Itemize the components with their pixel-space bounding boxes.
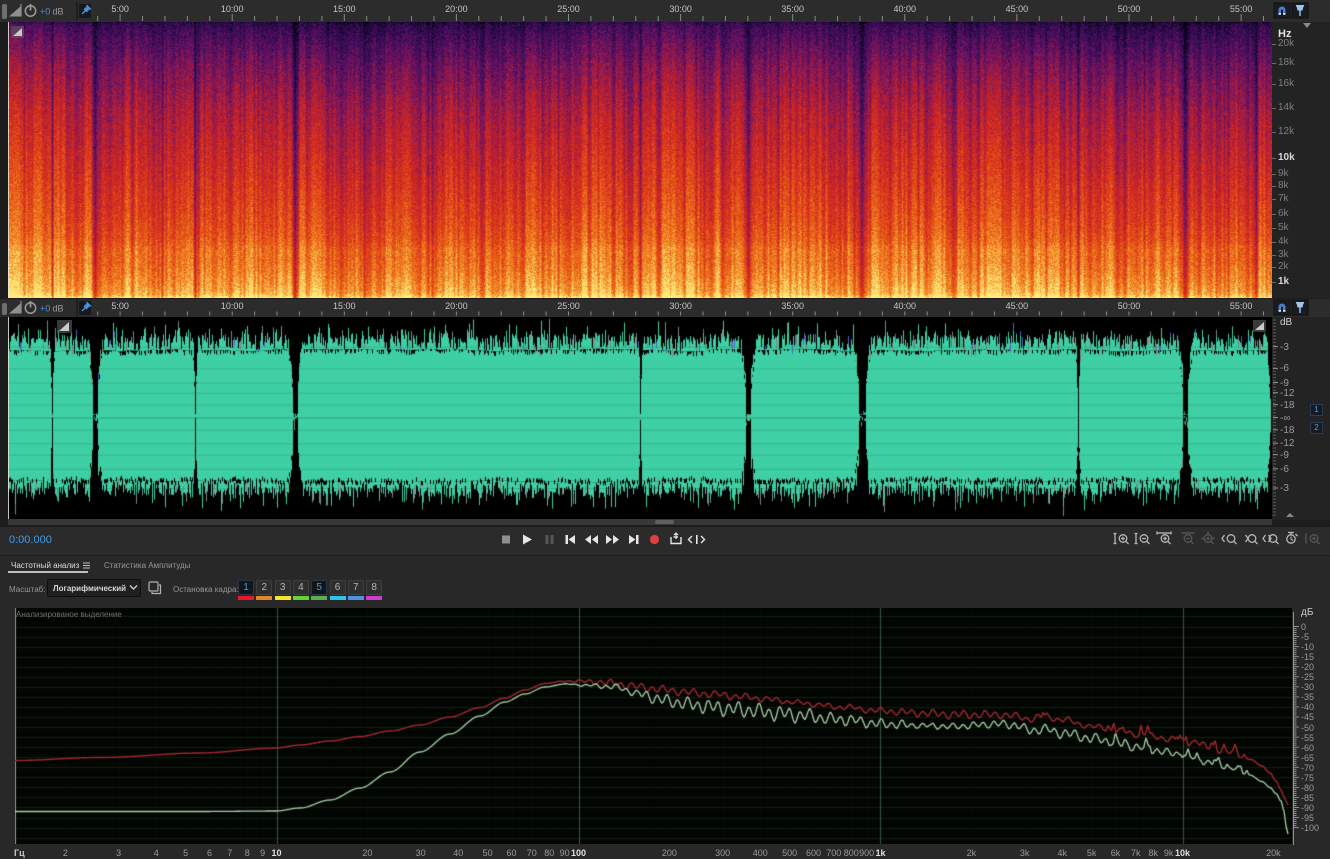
- svg-text:45:00: 45:00: [1006, 4, 1029, 14]
- svg-text:15:00: 15:00: [333, 4, 356, 14]
- svg-text:10:00: 10:00: [221, 301, 244, 311]
- svg-text:50:00: 50:00: [1118, 4, 1141, 14]
- svg-text:40:00: 40:00: [894, 301, 917, 311]
- svg-text:30:00: 30:00: [669, 4, 692, 14]
- svg-text:15:00: 15:00: [333, 301, 356, 311]
- svg-text:10:00: 10:00: [221, 4, 244, 14]
- svg-text:dB: dB: [53, 304, 64, 314]
- svg-text:dB: dB: [53, 7, 64, 17]
- svg-text:45:00: 45:00: [1006, 301, 1029, 311]
- svg-text:35:00: 35:00: [781, 301, 804, 311]
- svg-text:50:00: 50:00: [1118, 301, 1141, 311]
- svg-text:30:00: 30:00: [669, 301, 692, 311]
- svg-text:20:00: 20:00: [445, 301, 468, 311]
- svg-text:55:00: 55:00: [1230, 4, 1253, 14]
- svg-text:25:00: 25:00: [557, 4, 580, 14]
- svg-text:35:00: 35:00: [781, 4, 804, 14]
- svg-text:+0: +0: [40, 7, 50, 17]
- svg-text:25:00: 25:00: [557, 301, 580, 311]
- svg-text:55:00: 55:00: [1230, 301, 1253, 311]
- svg-text:20:00: 20:00: [445, 4, 468, 14]
- svg-text:40:00: 40:00: [894, 4, 917, 14]
- svg-text:+0: +0: [40, 304, 50, 314]
